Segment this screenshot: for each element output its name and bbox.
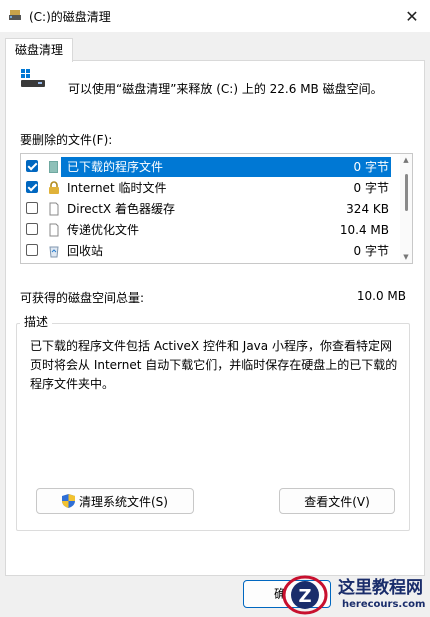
tab-disk-cleanup[interactable]: 磁盘清理 <box>5 38 73 62</box>
file-row-directx-cache[interactable]: DirectX 着色器缓存 324 KB <box>21 199 399 219</box>
file-name: 回收站 <box>67 244 104 258</box>
scroll-up-icon[interactable]: ▲ <box>402 156 410 164</box>
clean-system-files-label: 清理系统文件(S) <box>79 495 168 509</box>
drive-icon <box>21 69 45 87</box>
file-row-delivery-optimization[interactable]: 传递优化文件 10.4 MB <box>21 220 399 240</box>
watermark-url: herecours.com <box>342 599 426 610</box>
scroll-thumb[interactable] <box>405 174 408 211</box>
file-list[interactable]: 已下载的程序文件 0 字节 Internet 临时文件 0 字节 DirectX… <box>20 153 413 264</box>
file-name: 已下载的程序文件 <box>61 157 291 177</box>
recycle-bin-icon <box>49 246 59 258</box>
summary-text: 可以使用“磁盘清理”来释放 (C:) 上的 22.6 MB 磁盘空间。 <box>68 82 383 96</box>
window-title: (C:)的磁盘清理 <box>29 10 111 24</box>
lock-icon <box>49 181 59 194</box>
view-files-button[interactable]: 查看文件(V) <box>279 488 395 514</box>
checkbox[interactable] <box>26 244 38 256</box>
file-name: DirectX 着色器缓存 <box>67 202 175 216</box>
description-legend: 描述 <box>20 313 53 330</box>
file-size: 10.4 MB <box>339 223 389 237</box>
checkbox[interactable] <box>26 223 38 235</box>
close-button[interactable]: ✕ <box>394 0 430 32</box>
tab-panel: 可以使用“磁盘清理”来释放 (C:) 上的 22.6 MB 磁盘空间。 要删除的… <box>5 60 425 576</box>
uac-shield-icon <box>62 494 75 508</box>
file-list-scrollbar[interactable]: ▲ ▼ <box>400 154 412 263</box>
file-size: 0 字节 <box>291 157 391 177</box>
file-row-downloaded-programs[interactable]: 已下载的程序文件 0 字节 <box>21 157 399 177</box>
checkbox[interactable] <box>26 202 38 214</box>
files-to-delete-label: 要删除的文件(F): <box>20 133 113 147</box>
file-size: 0 字节 <box>353 181 389 195</box>
total-space-value: 10.0 MB <box>356 289 406 303</box>
file-row-recycle-bin[interactable]: 回收站 0 字节 <box>21 241 399 261</box>
clean-system-files-button[interactable]: 清理系统文件(S) <box>36 488 194 514</box>
watermark-title: 这里教程网 <box>338 578 423 598</box>
folder-icon <box>49 161 58 173</box>
total-space-label: 可获得的磁盘空间总量: <box>20 291 145 305</box>
file-size: 0 字节 <box>353 244 389 258</box>
scroll-down-icon[interactable]: ▼ <box>402 253 410 261</box>
watermark: Z 这里教程网 herecours.com <box>282 571 430 617</box>
checkbox[interactable] <box>26 181 38 193</box>
watermark-logo: Z <box>282 575 328 615</box>
svg-text:Z: Z <box>298 586 311 607</box>
file-icon <box>49 223 59 237</box>
file-size: 324 KB <box>346 202 389 216</box>
file-icon <box>49 202 59 216</box>
file-row-internet-temp[interactable]: Internet 临时文件 0 字节 <box>21 178 399 198</box>
title-bar: (C:)的磁盘清理 ✕ <box>0 0 430 32</box>
file-name: 传递优化文件 <box>67 223 140 237</box>
description-text: 已下载的程序文件包括 ActiveX 控件和 Java 小程序，你查看特定网页时… <box>30 339 398 391</box>
disk-cleanup-icon <box>9 10 21 20</box>
close-icon: ✕ <box>405 6 419 26</box>
checkbox[interactable] <box>26 160 38 172</box>
file-name: Internet 临时文件 <box>67 181 167 195</box>
